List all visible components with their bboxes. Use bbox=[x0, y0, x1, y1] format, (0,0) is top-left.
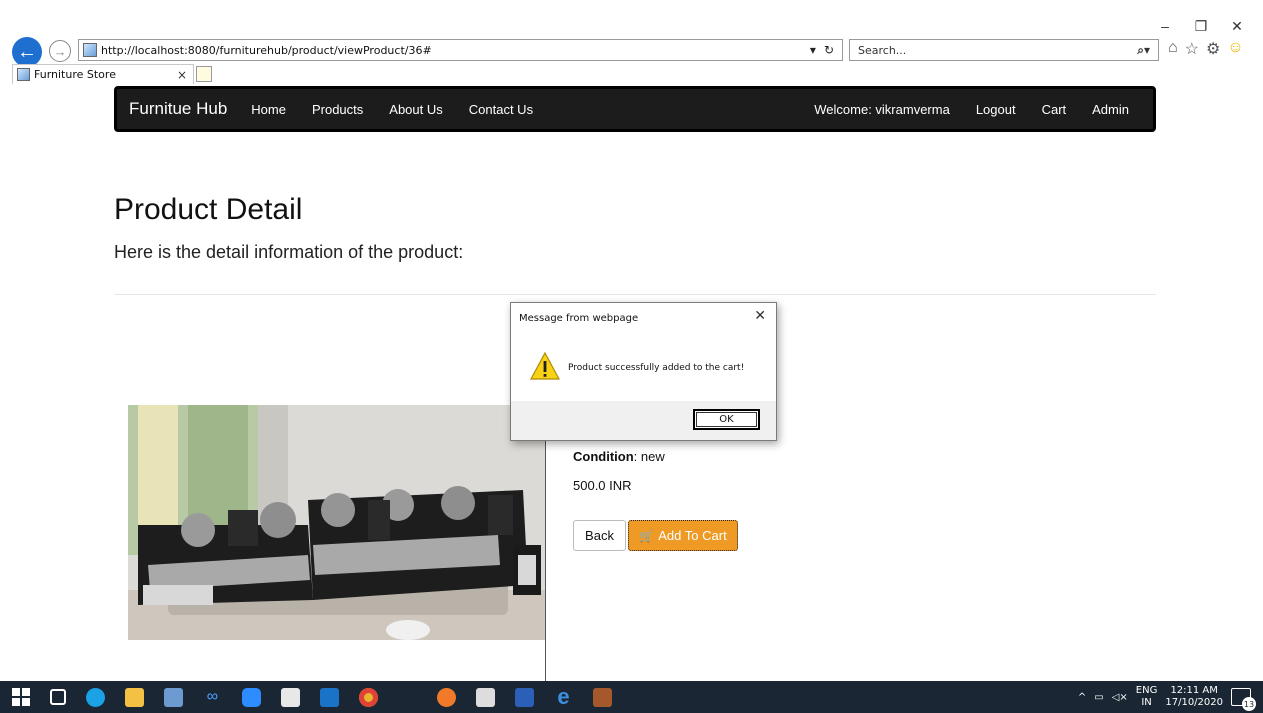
windows-taskbar: ∞ e ^ ▭ ◁× ENG IN 12:11 AM 17/10/2020 13 bbox=[0, 681, 1263, 713]
store-icon[interactable] bbox=[398, 687, 417, 707]
tray-overflow-icon[interactable]: ^ bbox=[1078, 692, 1086, 703]
address-url[interactable]: http://localhost:8080/furniturehub/produ… bbox=[101, 44, 810, 57]
forward-arrow-icon[interactable]: → bbox=[49, 40, 71, 62]
product-details: Condition: new 500.0 INR bbox=[573, 449, 665, 493]
tab-close-icon[interactable]: × bbox=[177, 68, 187, 82]
browser-chrome: – ❐ ✕ ← → http://localhost:8080/furnitur… bbox=[0, 0, 1263, 84]
language-line1: ENG bbox=[1135, 685, 1158, 696]
page-title: Product Detail bbox=[114, 193, 303, 226]
dialog-close-icon[interactable]: ✕ bbox=[754, 308, 766, 324]
browser-toolbar-icons: ⌂ ☆ ⚙ ☺ bbox=[1168, 39, 1244, 59]
language-indicator[interactable]: ENG IN bbox=[1136, 685, 1158, 709]
nav-products[interactable]: Products bbox=[312, 102, 363, 117]
address-tools: ▾ ↻ bbox=[810, 43, 842, 57]
nav-admin[interactable]: Admin bbox=[1092, 102, 1129, 117]
nav-cart[interactable]: Cart bbox=[1042, 102, 1067, 117]
alert-dialog: Message from webpage ✕ Product successfu… bbox=[510, 302, 777, 441]
settings-gear-icon[interactable]: ⚙ bbox=[1206, 39, 1220, 59]
clock-time: 12:11 AM bbox=[1170, 685, 1218, 696]
minimize-button[interactable]: – bbox=[1157, 18, 1173, 35]
word-icon[interactable] bbox=[515, 687, 534, 707]
product-image bbox=[128, 405, 545, 640]
game-app-icon[interactable] bbox=[593, 687, 612, 707]
dialog-title: Message from webpage bbox=[519, 313, 639, 324]
nav-right-group: Welcome: vikramverma Logout Cart Admin bbox=[788, 102, 1153, 117]
terminal-icon[interactable] bbox=[476, 687, 495, 707]
clock[interactable]: 12:11 AM 17/10/2020 bbox=[1165, 685, 1223, 709]
internet-explorer-icon[interactable]: e bbox=[554, 684, 573, 709]
home-icon[interactable]: ⌂ bbox=[1168, 39, 1178, 59]
tab-title: Furniture Store bbox=[34, 68, 116, 81]
task-view-icon[interactable] bbox=[50, 689, 66, 705]
divider bbox=[114, 294, 1156, 295]
volume-icon[interactable]: ◁× bbox=[1112, 692, 1128, 703]
add-to-cart-label: Add To Cart bbox=[658, 528, 727, 543]
tab-favicon-icon bbox=[17, 68, 30, 81]
dialog-message: Product successfully added to the cart! bbox=[568, 363, 745, 373]
restore-button[interactable]: ❐ bbox=[1193, 18, 1209, 35]
outlook-icon[interactable] bbox=[320, 687, 339, 707]
tab-furniture-store[interactable]: Furniture Store × bbox=[12, 64, 194, 84]
pdf-reader-icon[interactable] bbox=[281, 687, 300, 707]
cart-icon: 🛒 bbox=[639, 528, 655, 543]
tab-row: Furniture Store × bbox=[0, 64, 1263, 84]
nav-home[interactable]: Home bbox=[251, 102, 286, 117]
new-tab-icon[interactable] bbox=[196, 66, 212, 82]
address-bar[interactable]: http://localhost:8080/furniturehub/produ… bbox=[78, 39, 843, 61]
notification-center-icon[interactable]: 13 bbox=[1231, 688, 1256, 711]
chrome-icon[interactable] bbox=[359, 687, 378, 707]
favorites-star-icon[interactable]: ☆ bbox=[1185, 39, 1199, 59]
page-subtitle: Here is the detail information of the pr… bbox=[114, 242, 464, 262]
snipping-tool-icon[interactable] bbox=[164, 687, 183, 707]
window-controls: – ❐ ✕ bbox=[1157, 18, 1245, 35]
nav-contact-us[interactable]: Contact Us bbox=[469, 102, 533, 117]
site-navbar: Furnitue Hub Home Products About Us Cont… bbox=[114, 86, 1156, 132]
sofa-illustration bbox=[128, 405, 545, 640]
nav-logout[interactable]: Logout bbox=[976, 102, 1016, 117]
search-placeholder: Search... bbox=[858, 43, 907, 57]
site-favicon-icon bbox=[83, 43, 97, 57]
file-explorer-icon[interactable] bbox=[125, 687, 144, 707]
network-icon[interactable]: ▭ bbox=[1094, 692, 1103, 703]
add-to-cart-button[interactable]: 🛒 Add To Cart bbox=[628, 520, 738, 551]
system-tray: ^ ▭ ◁× ENG IN 12:11 AM 17/10/2020 13 bbox=[1078, 685, 1263, 711]
close-window-button[interactable]: ✕ bbox=[1229, 18, 1245, 35]
condition-label: Condition bbox=[573, 449, 634, 464]
brand-logo[interactable]: Furnitue Hub bbox=[129, 99, 227, 119]
clock-date: 17/10/2020 bbox=[1165, 697, 1223, 708]
back-button[interactable]: Back bbox=[573, 520, 626, 551]
feedback-smiley-icon[interactable]: ☺ bbox=[1227, 39, 1243, 59]
search-icon[interactable]: ⌕▾ bbox=[1137, 43, 1150, 58]
nav-about-us[interactable]: About Us bbox=[389, 102, 442, 117]
condition-value: : new bbox=[633, 449, 665, 464]
condition-row: Condition: new bbox=[573, 449, 665, 464]
start-icon[interactable] bbox=[12, 688, 30, 706]
search-input[interactable]: Search... ⌕▾ bbox=[849, 39, 1159, 61]
back-arrow-icon[interactable]: ← bbox=[12, 37, 42, 67]
ok-button[interactable]: OK bbox=[693, 409, 760, 430]
image-column-border bbox=[545, 440, 546, 682]
notification-count: 13 bbox=[1242, 697, 1256, 711]
address-dropdown-icon[interactable]: ▾ bbox=[810, 43, 816, 57]
firefox-icon[interactable] bbox=[437, 687, 456, 707]
language-line2: IN bbox=[1141, 697, 1152, 708]
warning-icon bbox=[530, 352, 560, 380]
price: 500.0 INR bbox=[573, 478, 632, 493]
dialog-footer: OK bbox=[511, 401, 776, 440]
edge-icon[interactable] bbox=[86, 687, 105, 707]
infinity-app-icon[interactable]: ∞ bbox=[203, 688, 222, 707]
refresh-icon[interactable]: ↻ bbox=[824, 43, 834, 57]
welcome-user[interactable]: Welcome: vikramverma bbox=[814, 102, 950, 117]
zoom-icon[interactable] bbox=[242, 687, 261, 707]
